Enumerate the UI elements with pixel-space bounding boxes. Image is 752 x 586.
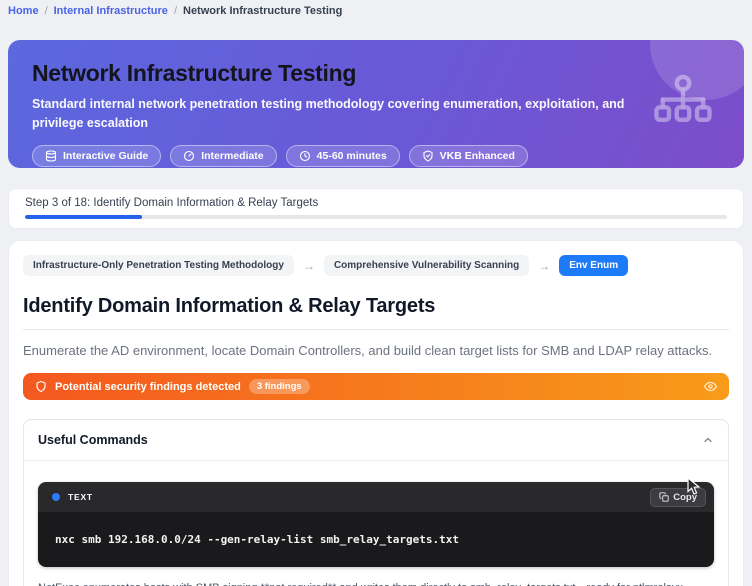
arrow-right-icon: → <box>538 259 550 273</box>
clipboard-icon <box>659 492 669 502</box>
database-icon <box>45 150 57 162</box>
code-block: TEXT Copy nxc smb 192.168.0.0/24 --gen-r… <box>38 482 714 567</box>
command-text: nxc smb 192.168.0.0/24 --gen-relay-list … <box>55 533 459 546</box>
duration-badge: 45-60 minutes <box>286 145 400 167</box>
chevron-up-icon[interactable] <box>702 434 714 446</box>
copy-button[interactable]: Copy <box>650 488 706 507</box>
view-findings-button[interactable] <box>704 380 717 393</box>
security-findings-banner: Potential security findings detected 3 f… <box>23 373 729 400</box>
useful-commands-title: Useful Commands <box>38 433 148 447</box>
hero-banner: Network Infrastructure Testing Standard … <box>8 40 744 168</box>
sitemap-icon <box>652 75 714 134</box>
breadcrumb-internal-infrastructure-link[interactable]: Internal Infrastructure <box>54 5 168 17</box>
step-progress-card: Step 3 of 18: Identify Domain Informatio… <box>8 188 744 229</box>
command-explanation: NetExec enumerates hosts with SMB signin… <box>38 582 714 586</box>
breadcrumb-current-page: Network Infrastructure Testing <box>183 5 342 17</box>
breadcrumb: Home / Internal Infrastructure / Network… <box>8 0 744 17</box>
code-language-label: TEXT <box>68 492 93 502</box>
path-pill-vuln-scanning[interactable]: Comprehensive Vulnerability Scanning <box>324 255 529 276</box>
page-title: Network Infrastructure Testing <box>32 60 720 87</box>
badge-label: 45-60 minutes <box>317 150 387 162</box>
methodology-path-nav: Infrastructure-Only Penetration Testing … <box>23 255 729 276</box>
findings-count-badge: 3 findings <box>249 379 310 394</box>
shield-outline-icon <box>35 380 47 393</box>
breadcrumb-home-link[interactable]: Home <box>8 5 39 17</box>
shield-icon <box>422 150 434 162</box>
gauge-icon <box>183 150 195 162</box>
findings-text: Potential security findings detected <box>55 381 241 393</box>
breadcrumb-separator: / <box>45 5 48 17</box>
breadcrumb-separator: / <box>174 5 177 17</box>
step-title: Identify Domain Information & Relay Targ… <box>23 295 729 330</box>
hero-badges: Interactive Guide Intermediate 45-60 min… <box>32 145 720 167</box>
eye-icon <box>704 380 717 393</box>
copy-button-label: Copy <box>673 492 697 503</box>
step-content-card: Infrastructure-Only Penetration Testing … <box>8 240 744 586</box>
step-progress-label: Step 3 of 18: Identify Domain Informatio… <box>25 197 727 209</box>
step-description: Enumerate the AD environment, locate Dom… <box>23 343 729 358</box>
difficulty-badge: Intermediate <box>170 145 276 167</box>
path-pill-methodology[interactable]: Infrastructure-Only Penetration Testing … <box>23 255 294 276</box>
code-block-header: TEXT Copy <box>38 482 714 512</box>
badge-label: VKB Enhanced <box>440 150 515 162</box>
interactive-guide-badge: Interactive Guide <box>32 145 161 167</box>
vkb-enhanced-badge: VKB Enhanced <box>409 145 528 167</box>
useful-commands-body: TEXT Copy nxc smb 192.168.0.0/24 --gen-r… <box>24 461 728 586</box>
useful-commands-section: Useful Commands TEXT Copy n <box>23 419 729 586</box>
page-subtitle: Standard internal network penetration te… <box>32 95 652 133</box>
badge-label: Interactive Guide <box>63 150 148 162</box>
progress-bar-fill <box>25 215 142 219</box>
badge-label: Intermediate <box>201 150 263 162</box>
useful-commands-header[interactable]: Useful Commands <box>24 420 728 461</box>
arrow-right-icon: → <box>303 259 315 273</box>
language-dot-icon <box>52 493 60 501</box>
progress-bar-track <box>25 215 727 219</box>
code-block-body[interactable]: nxc smb 192.168.0.0/24 --gen-relay-list … <box>38 512 714 567</box>
clock-icon <box>299 150 311 162</box>
path-pill-env-enum-active[interactable]: Env Enum <box>559 255 628 276</box>
